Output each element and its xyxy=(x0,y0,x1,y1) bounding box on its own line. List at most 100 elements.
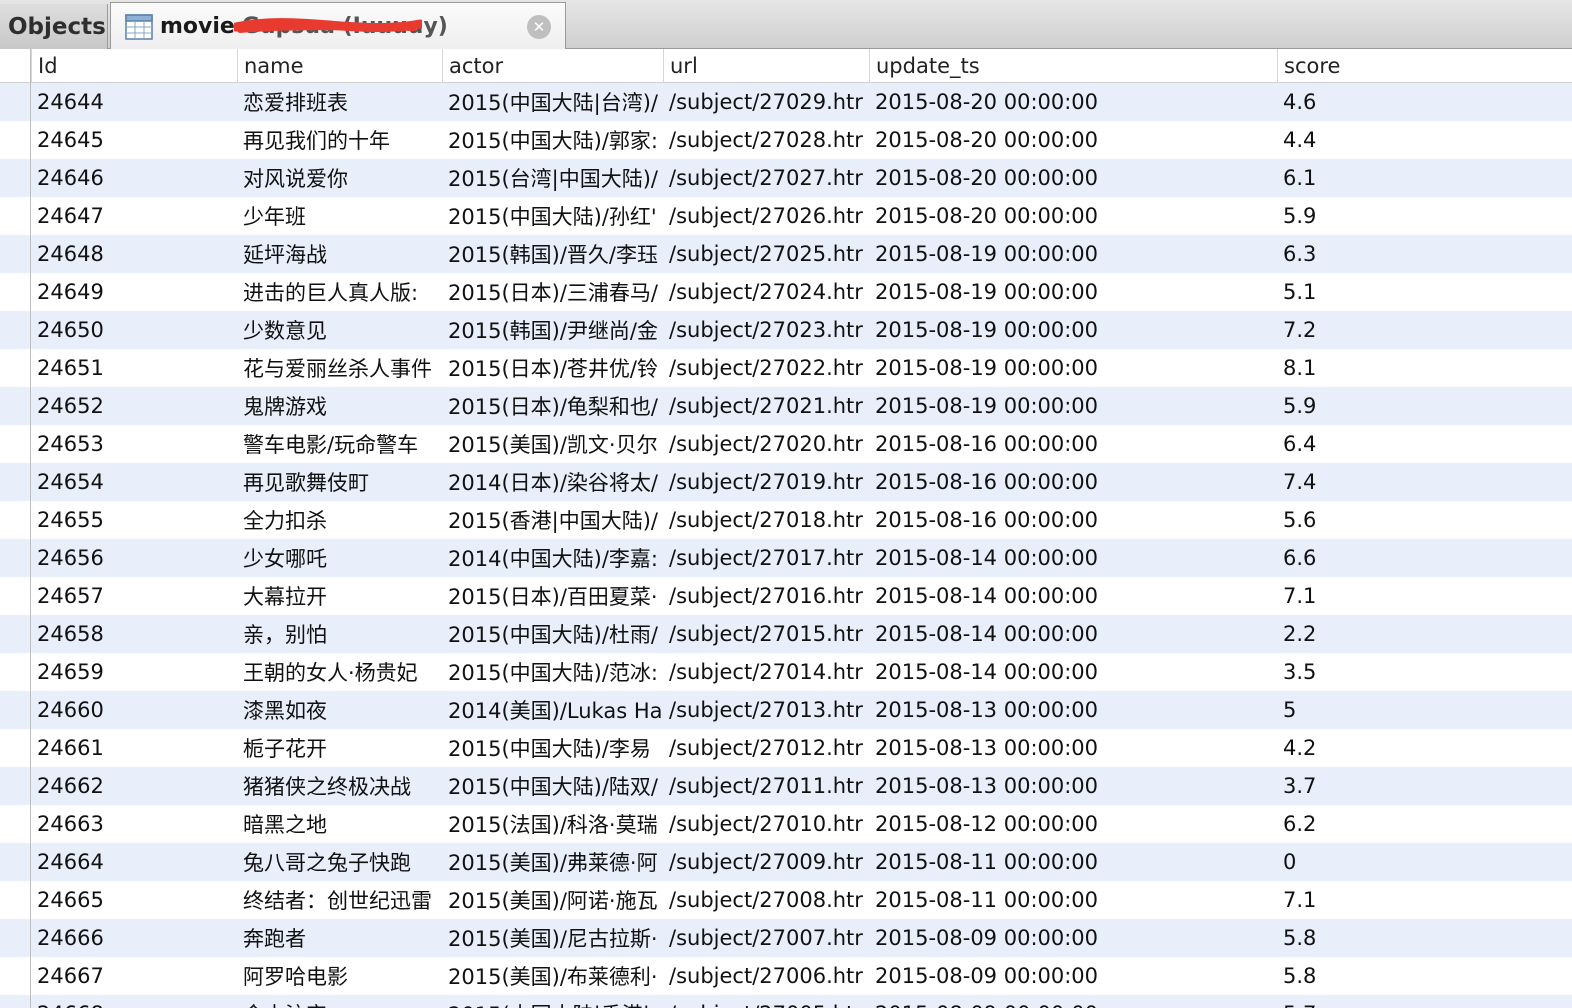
table-row[interactable]: 24658 亲，别怕 2015(中国大陆)/杜雨/ /subject/27015… xyxy=(0,615,1572,653)
cell-id[interactable]: 24646 xyxy=(31,159,237,197)
cell-actor[interactable]: 2014(中国大陆)/李嘉: xyxy=(442,539,663,577)
cell-actor[interactable]: 2015(美国)/布莱德利· xyxy=(442,957,663,995)
table-row[interactable]: 24652 鬼牌游戏 2015(日本)/龟梨和也/ /subject/27021… xyxy=(0,387,1572,425)
cell-url[interactable]: /subject/27022.htr xyxy=(663,349,869,387)
cell-score[interactable]: 0 xyxy=(1277,843,1483,881)
cell-name[interactable]: 对风说爱你 xyxy=(237,159,442,197)
cell-name[interactable]: 花与爱丽丝杀人事件 xyxy=(237,349,442,387)
table-row[interactable]: 24662 猪猪侠之终极决战 2015(中国大陆)/陆双/ /subject/2… xyxy=(0,767,1572,805)
cell-url[interactable]: /subject/27011.htr xyxy=(663,767,869,805)
cell-score[interactable]: 2.2 xyxy=(1277,615,1483,653)
cell-id[interactable]: 24651 xyxy=(31,349,237,387)
cell-name[interactable]: 鬼牌游戏 xyxy=(237,387,442,425)
cell-id[interactable]: 24666 xyxy=(31,919,237,957)
cell-name[interactable]: 王朝的女人·杨贵妃 xyxy=(237,653,442,691)
cell-score[interactable]: 6.6 xyxy=(1277,539,1483,577)
cell-score[interactable]: 7.1 xyxy=(1277,881,1483,919)
cell-name[interactable]: 阿罗哈电影 xyxy=(237,957,442,995)
cell-id[interactable]: 24659 xyxy=(31,653,237,691)
cell-update-ts[interactable]: 2015-08-09 00:00:00 xyxy=(869,957,1277,995)
cell-score[interactable]: 5.7 xyxy=(1277,995,1483,1008)
cell-update-ts[interactable]: 2015-08-09 00:00:00 xyxy=(869,919,1277,957)
cell-url[interactable]: /subject/27007.htr xyxy=(663,919,869,957)
cell-score[interactable]: 5.9 xyxy=(1277,197,1483,235)
cell-actor[interactable]: 2015(日本)/三浦春马/ xyxy=(442,273,663,311)
cell-update-ts[interactable]: 2015-08-11 00:00:00 xyxy=(869,881,1277,919)
table-row[interactable]: 24655 全力扣杀 2015(香港|中国大陆)/ /subject/27018… xyxy=(0,501,1572,539)
cell-url[interactable]: /subject/27024.htr xyxy=(663,273,869,311)
table-row[interactable]: 24650 少数意见 2015(韩国)/尹继尚/金 /subject/27023… xyxy=(0,311,1572,349)
cell-update-ts[interactable]: 2015-08-09 00:00:00 xyxy=(869,995,1277,1008)
cell-update-ts[interactable]: 2015-08-14 00:00:00 xyxy=(869,577,1277,615)
cell-update-ts[interactable]: 2015-08-19 00:00:00 xyxy=(869,235,1277,273)
cell-score[interactable]: 7.4 xyxy=(1277,463,1483,501)
cell-id[interactable]: 24665 xyxy=(31,881,237,919)
cell-actor[interactable]: 2015(美国)/弗莱德·阿 xyxy=(442,843,663,881)
cell-id[interactable]: 24661 xyxy=(31,729,237,767)
cell-id[interactable]: 24662 xyxy=(31,767,237,805)
table-row[interactable]: 24656 少女哪吒 2014(中国大陆)/李嘉: /subject/27017… xyxy=(0,539,1572,577)
cell-actor[interactable]: 2015(法国)/科洛·莫瑞 xyxy=(442,805,663,843)
cell-url[interactable]: /subject/27010.htr xyxy=(663,805,869,843)
cell-id[interactable]: 24664 xyxy=(31,843,237,881)
table-row[interactable]: 24657 大幕拉开 2015(日本)/百田夏菜· /subject/27016… xyxy=(0,577,1572,615)
table-row[interactable]: 24666 奔跑者 2015(美国)/尼古拉斯· /subject/27007.… xyxy=(0,919,1572,957)
cell-actor[interactable]: 2015(香港|中国大陆)/ xyxy=(442,501,663,539)
cell-update-ts[interactable]: 2015-08-20 00:00:00 xyxy=(869,197,1277,235)
cell-score[interactable]: 7.1 xyxy=(1277,577,1483,615)
cell-id[interactable]: 24649 xyxy=(31,273,237,311)
cell-actor[interactable]: 2015(台湾|中国大陆)/ xyxy=(442,159,663,197)
cell-name[interactable]: 少女哪吒 xyxy=(237,539,442,577)
table-row[interactable]: 24664 兔八哥之兔子快跑 2015(美国)/弗莱德·阿 /subject/2… xyxy=(0,843,1572,881)
cell-update-ts[interactable]: 2015-08-20 00:00:00 xyxy=(869,159,1277,197)
table-row[interactable]: 24645 再见我们的十年 2015(中国大陆)/郭家: /subject/27… xyxy=(0,121,1572,159)
cell-url[interactable]: /subject/27014.htr xyxy=(663,653,869,691)
cell-url[interactable]: /subject/27015.htr xyxy=(663,615,869,653)
cell-id[interactable]: 24663 xyxy=(31,805,237,843)
cell-name[interactable]: 延坪海战 xyxy=(237,235,442,273)
cell-update-ts[interactable]: 2015-08-16 00:00:00 xyxy=(869,501,1277,539)
cell-name[interactable]: 全力扣杀 xyxy=(237,501,442,539)
cell-name[interactable]: 亲，别怕 xyxy=(237,615,442,653)
cell-name[interactable]: 终结者：创世纪迅雷 xyxy=(237,881,442,919)
cell-id[interactable]: 24658 xyxy=(31,615,237,653)
cell-url[interactable]: /subject/27018.htr xyxy=(663,501,869,539)
cell-name[interactable]: 再见歌舞伎町 xyxy=(237,463,442,501)
table-row[interactable]: 24668 命中注定 2015(中国大陆|香港| /subject/27005.… xyxy=(0,995,1572,1008)
row-indicator-gutter[interactable] xyxy=(0,49,31,1008)
tab-movie-table[interactable]: movie Gupsua (Iuuuuy) ✕ xyxy=(110,2,566,50)
cell-update-ts[interactable]: 2015-08-13 00:00:00 xyxy=(869,729,1277,767)
cell-name[interactable]: 再见我们的十年 xyxy=(237,121,442,159)
cell-update-ts[interactable]: 2015-08-13 00:00:00 xyxy=(869,691,1277,729)
table-row[interactable]: 24661 栀子花开 2015(中国大陆)/李易 /subject/27012.… xyxy=(0,729,1572,767)
cell-score[interactable]: 5.8 xyxy=(1277,957,1483,995)
table-row[interactable]: 24651 花与爱丽丝杀人事件 2015(日本)/苍井优/铃 /subject/… xyxy=(0,349,1572,387)
cell-actor[interactable]: 2015(中国大陆)/范冰: xyxy=(442,653,663,691)
table-row[interactable]: 24647 少年班 2015(中国大陆)/孙红' /subject/27026.… xyxy=(0,197,1572,235)
cell-url[interactable]: /subject/27016.htr xyxy=(663,577,869,615)
cell-url[interactable]: /subject/27023.htr xyxy=(663,311,869,349)
table-row[interactable]: 24663 暗黑之地 2015(法国)/科洛·莫瑞 /subject/27010… xyxy=(0,805,1572,843)
cell-url[interactable]: /subject/27006.htr xyxy=(663,957,869,995)
cell-update-ts[interactable]: 2015-08-12 00:00:00 xyxy=(869,805,1277,843)
cell-id[interactable]: 24667 xyxy=(31,957,237,995)
table-row[interactable]: 24660 漆黑如夜 2014(美国)/Lukas Ha /subject/27… xyxy=(0,691,1572,729)
cell-score[interactable]: 3.7 xyxy=(1277,767,1483,805)
cell-url[interactable]: /subject/27020.htr xyxy=(663,425,869,463)
cell-url[interactable]: /subject/27025.htr xyxy=(663,235,869,273)
cell-score[interactable]: 7.2 xyxy=(1277,311,1483,349)
table-row[interactable]: 24665 终结者：创世纪迅雷 2015(美国)/阿诺·施瓦 /subject/… xyxy=(0,881,1572,919)
cell-score[interactable]: 5.8 xyxy=(1277,919,1483,957)
cell-name[interactable]: 恋爱排班表 xyxy=(237,83,442,121)
cell-name[interactable]: 漆黑如夜 xyxy=(237,691,442,729)
table-row[interactable]: 24648 延坪海战 2015(韩国)/晋久/李珏 /subject/27025… xyxy=(0,235,1572,273)
cell-actor[interactable]: 2015(中国大陆)/李易 xyxy=(442,729,663,767)
table-row[interactable]: 24659 王朝的女人·杨贵妃 2015(中国大陆)/范冰: /subject/… xyxy=(0,653,1572,691)
table-row[interactable]: 24649 进击的巨人真人版: 2015(日本)/三浦春马/ /subject/… xyxy=(0,273,1572,311)
cell-name[interactable]: 进击的巨人真人版: xyxy=(237,273,442,311)
cell-score[interactable]: 5 xyxy=(1277,691,1483,729)
cell-actor[interactable]: 2014(日本)/染谷将太/ xyxy=(442,463,663,501)
close-tab-icon[interactable]: ✕ xyxy=(527,15,551,39)
cell-score[interactable]: 4.4 xyxy=(1277,121,1483,159)
cell-score[interactable]: 6.4 xyxy=(1277,425,1483,463)
